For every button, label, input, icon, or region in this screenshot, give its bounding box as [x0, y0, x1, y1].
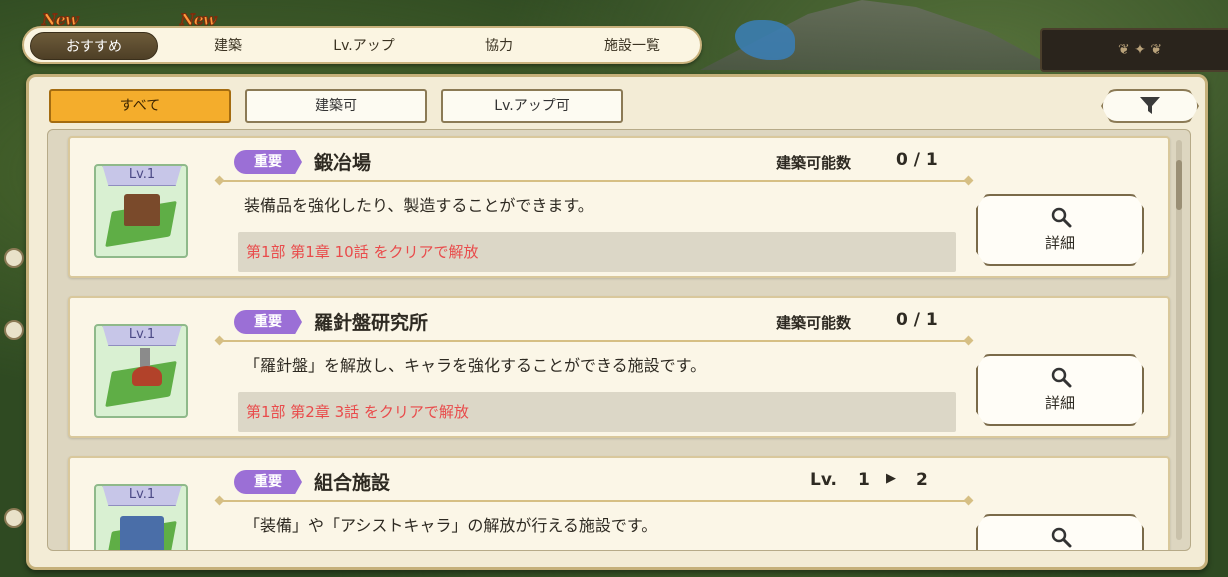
filter-all-button[interactable]: すべて — [49, 89, 231, 123]
level-label: Lv. — [810, 470, 837, 490]
new-badge: New — [180, 10, 218, 30]
level-ribbon: Lv.1 — [102, 326, 182, 346]
divider — [220, 180, 968, 182]
tab-cooperation[interactable]: 協力 — [444, 32, 554, 60]
level-ribbon: Lv.1 — [102, 486, 182, 506]
detail-button[interactable]: 詳細 — [976, 354, 1144, 426]
facility-thumbnail: Lv.1 — [94, 164, 188, 258]
detail-label: 詳細 — [1044, 394, 1075, 412]
tab-level-up[interactable]: Lv.アップ — [304, 32, 424, 60]
facility-description: 装備品を強化したり、製造することができます。 — [244, 196, 594, 215]
sort-filter-button[interactable] — [1101, 89, 1199, 123]
build-count-value: 0 / 1 — [896, 150, 938, 170]
magnifier-icon — [1051, 207, 1072, 228]
list-item: Lv.1 重要 鍛冶場 建築可能数 0 / 1 装備品を強化したり、製造すること… — [68, 136, 1170, 278]
tab-build[interactable]: 建築 — [172, 32, 284, 60]
map-node-icon — [4, 320, 24, 340]
tab-label: おすすめ — [66, 39, 122, 55]
ornament-icon: ❦ ✦ ❦ — [1117, 42, 1163, 58]
funnel-icon — [1140, 97, 1160, 114]
level-next: 2 — [916, 470, 928, 490]
divider — [220, 340, 968, 342]
magnifier-icon — [1051, 367, 1072, 388]
facility-thumbnail: Lv.1 — [94, 484, 188, 550]
facility-list[interactable]: Lv.1 重要 鍛冶場 建築可能数 0 / 1 装備品を強化したり、製造すること… — [47, 129, 1191, 551]
list-item: Lv.1 重要 羅針盤研究所 建築可能数 0 / 1 「羅針盤」を解放し、キャラ… — [68, 296, 1170, 438]
detail-button[interactable]: 詳細 — [976, 514, 1144, 550]
scrollbar-thumb[interactable] — [1176, 160, 1182, 210]
smithy-building-icon — [124, 194, 160, 226]
facility-name: 組合施設 — [314, 472, 391, 494]
facility-description: 「装備」や「アシストキャラ」の解放が行える施設です。 — [244, 516, 658, 535]
filter-buildable-button[interactable]: 建築可 — [245, 89, 427, 123]
map-node-icon — [4, 248, 24, 268]
filter-label: 建築可 — [315, 98, 357, 114]
important-badge: 重要 — [234, 310, 302, 334]
tab-label: 建築 — [214, 38, 242, 54]
category-tab-bar: おすすめ 建築 Lv.アップ 協力 施設一覧 New New — [22, 10, 702, 64]
level-current: 1 — [858, 470, 870, 490]
tab-label: Lv.アップ — [333, 38, 395, 54]
facility-panel: すべて 建築可 Lv.アップ可 Lv.1 重要 鍛冶場 建築可能数 0 / 1 … — [26, 74, 1208, 570]
facility-thumbnail: Lv.1 — [94, 324, 188, 418]
detail-button[interactable]: 詳細 — [976, 194, 1144, 266]
map-node-icon — [4, 508, 24, 528]
build-count-label: 建築可能数 — [776, 154, 852, 172]
scrollbar[interactable] — [1176, 140, 1182, 540]
detail-label: 詳細 — [1044, 234, 1075, 252]
tab-label: 施設一覧 — [604, 38, 660, 54]
build-count-label: 建築可能数 — [776, 314, 852, 332]
tab-label: 協力 — [485, 38, 513, 54]
tab-facility-list[interactable]: 施設一覧 — [572, 32, 692, 60]
facility-name: 羅針盤研究所 — [314, 312, 429, 334]
guild-building-icon — [120, 516, 164, 550]
tab-recommended[interactable]: おすすめ — [30, 32, 158, 60]
unlock-condition: 第1部 第1章 10話 をクリアで解放 — [238, 232, 956, 272]
magnifier-icon — [1051, 527, 1072, 548]
list-item: Lv.1 重要 組合施設 Lv. 1 ▶ 2 「装備」や「アシストキャラ」の解放… — [68, 456, 1170, 550]
facility-name: 鍛冶場 — [314, 152, 372, 174]
background-sign: ❦ ✦ ❦ — [1040, 28, 1228, 72]
facility-description: 「羅針盤」を解放し、キャラを強化することができる施設です。 — [244, 356, 707, 375]
new-badge: New — [42, 10, 80, 30]
important-badge: 重要 — [234, 150, 302, 174]
divider — [220, 500, 968, 502]
filter-levelup-button[interactable]: Lv.アップ可 — [441, 89, 623, 123]
filter-label: すべて — [119, 98, 161, 114]
compass-lab-building-icon — [132, 366, 162, 386]
filter-label: Lv.アップ可 — [494, 98, 570, 114]
unlock-condition: 第1部 第2章 3話 をクリアで解放 — [238, 392, 956, 432]
build-count-value: 0 / 1 — [896, 310, 938, 330]
important-badge: 重要 — [234, 470, 302, 494]
arrow-right-icon: ▶ — [886, 471, 896, 486]
level-ribbon: Lv.1 — [102, 166, 182, 186]
